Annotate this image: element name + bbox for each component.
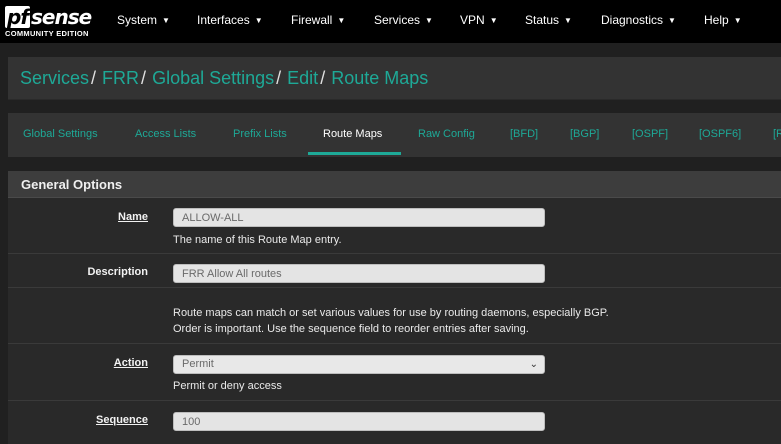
breadcrumb-separator: / (141, 68, 147, 88)
nav-menu-vpn[interactable]: VPN ▼ (460, 0, 498, 43)
tab-ospf6[interactable]: [OSPF6] (699, 113, 741, 157)
nav-menu-interfaces[interactable]: Interfaces ▼ (197, 0, 263, 43)
name-input[interactable] (173, 208, 545, 227)
breadcrumb-edit[interactable]: Edit (287, 68, 318, 88)
info-text-line-1: Route maps can match or set various valu… (173, 307, 609, 319)
nav-menu-help[interactable]: Help ▼ (704, 0, 742, 43)
breadcrumb-separator: / (91, 68, 97, 88)
info-text-line-2: Order is important. Use the sequence fie… (173, 323, 529, 335)
tab-raw-config[interactable]: Raw Config (418, 113, 475, 157)
breadcrumb-trail: Services / FRR / Global Settings / Edit / Route … (20, 57, 428, 99)
description-label: Description (87, 266, 148, 278)
tab-ospf[interactable]: [OSPF] (632, 113, 668, 157)
tab-bgp[interactable]: [BGP] (570, 113, 599, 157)
action-select[interactable]: Permit ⌄ (173, 355, 545, 374)
name-help-text: The name of this Route Map entry. (173, 234, 342, 246)
name-label: Name (118, 211, 148, 223)
action-label: Action (113, 357, 148, 369)
tab-global-settings[interactable]: Global Settings (23, 113, 98, 157)
caret-down-icon: ▼ (254, 16, 263, 25)
caret-down-icon: ▼ (668, 16, 676, 25)
form-row-info: Route maps can match or set various valu… (8, 288, 781, 344)
breadcrumb-services[interactable]: Services (20, 68, 89, 88)
caret-down-icon: ▼ (564, 16, 572, 25)
breadcrumb-frr[interactable]: FRR (102, 68, 139, 88)
tab-bar: Global Settings Access Lists Prefix List… (8, 113, 781, 157)
caret-down-icon: ▼ (733, 16, 742, 25)
tab-bfd[interactable]: [BFD] (510, 113, 538, 157)
nav-menu-services[interactable]: Services ▼ (374, 0, 433, 43)
caret-down-icon: ▼ (162, 16, 170, 25)
active-tab-indicator (308, 152, 401, 155)
caret-down-icon: ▼ (489, 16, 498, 25)
breadcrumb-global-settings[interactable]: Global Settings (152, 68, 274, 88)
chevron-down-icon: ⌄ (529, 359, 538, 370)
nav-menu-diagnostics[interactable]: Diagnostics ▼ (601, 0, 676, 43)
top-navbar: pf sense COMMUNITY EDITION System ▼ Interf… (0, 0, 781, 43)
nav-menu-system[interactable]: System ▼ (117, 0, 170, 43)
form-row-action: Action Permit ⌄ Permit or deny access (8, 344, 781, 401)
general-options-panel: General Options Name The name of this Ro… (8, 171, 781, 444)
nav-menu-firewall[interactable]: Firewall ▼ (291, 0, 345, 43)
form-row-sequence: Sequence (8, 401, 781, 444)
logo-mark: pf sense (5, 5, 92, 29)
sequence-input[interactable] (173, 412, 545, 431)
tab-rip-partial[interactable]: [R (773, 113, 781, 157)
form-row-name: Name The name of this Route Map entry. (8, 198, 781, 254)
breadcrumb-separator: / (320, 68, 326, 88)
form-row-description: Description (8, 254, 781, 288)
sequence-label: Sequence (96, 414, 148, 426)
action-help-text: Permit or deny access (173, 380, 282, 392)
nav-menu-status[interactable]: Status ▼ (525, 0, 572, 43)
panel-title: General Options (21, 177, 123, 192)
breadcrumb-separator: / (276, 68, 282, 88)
tab-access-lists[interactable]: Access Lists (135, 113, 196, 157)
tab-route-maps[interactable]: Route Maps (323, 113, 382, 157)
description-input[interactable] (173, 264, 545, 283)
logo-edition: COMMUNITY EDITION (5, 29, 89, 38)
breadcrumb: Services / FRR / Global Settings / Edit / Route … (8, 57, 781, 100)
breadcrumb-route-maps[interactable]: Route Maps (331, 68, 428, 88)
pfsense-logo[interactable]: pf sense COMMUNITY EDITION (5, 6, 95, 38)
tab-prefix-lists[interactable]: Prefix Lists (233, 113, 287, 157)
caret-down-icon: ▼ (337, 16, 346, 25)
caret-down-icon: ▼ (425, 16, 433, 25)
panel-heading: General Options (8, 171, 781, 198)
